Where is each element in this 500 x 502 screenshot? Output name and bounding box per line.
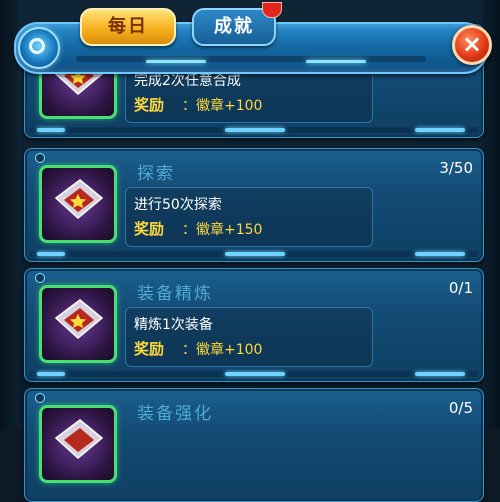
task-description-box: 精炼1次装备 奖励 ：徽章+100 <box>125 307 373 367</box>
card-light <box>415 372 465 376</box>
header-strip <box>76 56 426 62</box>
card-corner-dot <box>35 153 45 163</box>
card-light <box>37 372 65 376</box>
task-card-refine: 装备精炼 0/1 精炼1次装备 奖励 ：徽章+100 <box>24 268 484 382</box>
task-title: 探索 <box>137 164 175 184</box>
right-gutter <box>482 0 500 429</box>
task-badge-icon <box>39 285 117 363</box>
ring-inner <box>29 38 45 54</box>
task-progress: 0/1 <box>448 279 473 297</box>
header-light <box>306 60 366 63</box>
close-button[interactable]: × <box>452 25 492 65</box>
task-card-explore: 探索 3/50 进行50次探索 奖励 ：徽章+150 <box>24 148 484 262</box>
reward-value: ：徽章+100 <box>182 98 263 114</box>
card-light <box>225 128 285 132</box>
card-light <box>37 128 65 132</box>
reward-value: ：徽章+150 <box>182 222 263 238</box>
tab-daily[interactable]: 每日 <box>80 8 176 46</box>
task-title: 装备精炼 <box>137 284 213 304</box>
card-corner-dot <box>35 273 45 283</box>
left-gutter <box>0 0 18 429</box>
task-title: 装备强化 <box>137 404 213 424</box>
card-light <box>415 128 465 132</box>
task-description: 精炼1次装备 <box>134 317 213 333</box>
card-light <box>225 372 285 376</box>
task-progress: 3/50 <box>439 159 473 177</box>
card-light <box>37 252 65 256</box>
notification-badge <box>262 2 282 18</box>
ring-icon[interactable] <box>18 27 60 69</box>
reward-value: ：徽章+100 <box>182 342 263 358</box>
header-light <box>146 60 206 63</box>
task-description: 进行50次探索 <box>134 197 222 213</box>
reward-label: 奖励 <box>134 96 165 114</box>
card-light <box>225 252 285 256</box>
task-badge-icon <box>39 165 117 243</box>
task-description-box: 进行50次探索 奖励 ：徽章+150 <box>125 187 373 247</box>
task-badge-icon <box>39 405 117 483</box>
task-card-enhance: 装备强化 0/5 <box>24 388 484 502</box>
reward-label: 奖励 <box>134 220 165 238</box>
task-progress: 0/5 <box>448 399 473 417</box>
card-light <box>415 252 465 256</box>
card-corner-dot <box>35 393 45 403</box>
reward-label: 奖励 <box>134 340 165 358</box>
